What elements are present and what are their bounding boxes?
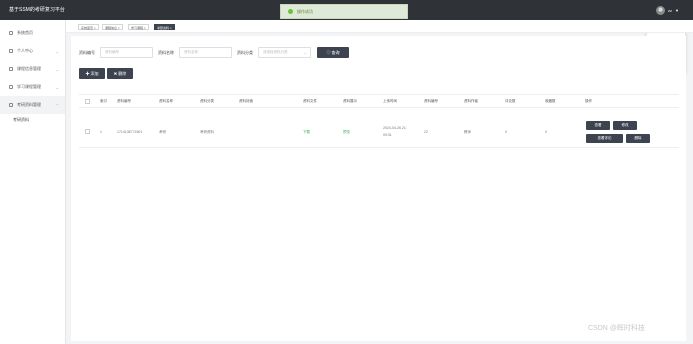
row-delete-button[interactable]: 删除 <box>626 134 650 143</box>
study-icon <box>9 85 13 89</box>
row-checkbox[interactable] <box>85 129 90 134</box>
toast-message: 操作成功 <box>297 9 313 14</box>
cell-comments: 0 <box>505 130 507 134</box>
chevron-up-icon: ⌃ <box>55 102 59 108</box>
column-header: 资料作者 <box>464 99 478 103</box>
sidebar-subitem-materials[interactable]: 考研资料 <box>0 114 65 126</box>
top-bar: 基于SSM的考研复习平台 操作成功 zz ▼ <box>0 0 693 20</box>
search-button[interactable]: ♡ 查询 <box>317 47 349 58</box>
cell-author: 教师 <box>464 130 471 134</box>
sidebar-item-course[interactable]: 课程信息管理 ⌄ <box>0 60 65 78</box>
name-input[interactable]: 资料名称 <box>179 47 232 58</box>
code-input[interactable]: 资料编号 <box>100 47 153 58</box>
cell-time-date: 2024-04-26 21: <box>383 126 407 130</box>
column-header: 资料编号 <box>424 99 438 103</box>
column-header: 索引 <box>100 99 107 103</box>
avatar[interactable] <box>656 5 665 15</box>
add-button[interactable]: ✚ 添加 <box>79 68 105 79</box>
category-select[interactable]: 请选择资料分类 ⌄ <box>258 47 311 58</box>
sidebar-item-label: 课程信息管理 <box>17 66 41 71</box>
sidebar-item-label: 系统首页 <box>17 30 33 35</box>
column-header: 收藏数 <box>545 99 556 103</box>
column-header: 资料编号 <box>117 99 131 103</box>
user-menu-trigger[interactable]: zz ▼ <box>656 5 679 15</box>
table-header: 索引 资料编号 资料名称 资料分类 资料封面 资料文件 资料展示 上传时间 资料… <box>79 94 679 108</box>
view-comments-button[interactable]: 查看评论 <box>586 134 623 143</box>
cell-favorites: 0 <box>545 130 547 134</box>
watermark: CSDN @辉时科技 <box>588 325 645 332</box>
column-header: 资料名称 <box>159 99 173 103</box>
sidebar-item-profile[interactable]: 个人中心 ⌄ <box>0 42 65 60</box>
sidebar: 系统首页 个人中心 ⌄ 课程信息管理 ⌄ 学习课程管理 ⌄ 考研资料管理 ⌃ 考… <box>0 20 66 344</box>
name-label: 资料名称 <box>158 50 174 55</box>
tab-course[interactable]: 课程信息 × <box>102 24 123 30</box>
column-header: 上传时间 <box>383 99 397 103</box>
column-header: 评论数 <box>505 99 516 103</box>
home-icon <box>9 31 13 35</box>
sidebar-item-label: 学习课程管理 <box>17 84 41 89</box>
cell-category: 考研资料 <box>200 130 214 134</box>
category-label: 资料分类 <box>237 50 253 55</box>
category-placeholder: 请选择资料分类 <box>263 50 288 54</box>
chevron-down-icon: ⌄ <box>303 50 307 55</box>
view-button[interactable]: 查看 <box>586 121 610 130</box>
sidebar-item-label: 个人中心 <box>17 48 33 53</box>
cell-num: 22 <box>424 130 428 134</box>
chevron-down-icon: ⌄ <box>55 48 59 54</box>
success-icon <box>288 9 293 15</box>
main-panel <box>71 36 686 341</box>
chevron-down-icon: ⌄ <box>55 66 59 72</box>
column-header: 操作 <box>585 99 592 103</box>
tab-home[interactable]: 系统首页 × <box>78 24 99 30</box>
success-toast: 操作成功 <box>280 4 408 19</box>
user-icon <box>9 49 13 53</box>
column-header: 资料封面 <box>239 99 253 103</box>
cell-time-clock: 09:31 <box>383 133 392 137</box>
column-header: 资料分类 <box>200 99 214 103</box>
sidebar-item-label: 考研资料管理 <box>17 102 41 107</box>
edit-button[interactable]: 修改 <box>613 121 637 130</box>
select-all-checkbox[interactable] <box>85 99 90 104</box>
cell-index: 1 <box>100 130 102 134</box>
column-header: 资料文件 <box>303 99 317 103</box>
tab-materials[interactable]: 考研资料 × <box>154 24 175 30</box>
cell-code: 1714138771801 <box>117 130 143 134</box>
sidebar-item-materials[interactable]: 考研资料管理 ⌃ <box>0 96 65 114</box>
caret-down-icon[interactable]: ▼ <box>675 8 679 13</box>
user-name[interactable]: zz <box>668 8 672 13</box>
app-title: 基于SSM的考研复习平台 <box>9 7 65 13</box>
chevron-down-icon: ⌄ <box>55 84 59 90</box>
delete-button[interactable]: ✖ 删除 <box>107 68 133 79</box>
book-icon <box>9 67 13 71</box>
code-label: 资料编号 <box>79 50 95 55</box>
tab-study[interactable]: 学习课程 × <box>128 24 149 30</box>
download-link[interactable]: 下载 <box>303 130 310 135</box>
breadcrumb: 系统首页 × 课程信息 × 学习课程 × 考研资料 × <box>66 20 693 33</box>
grid-icon <box>9 103 13 107</box>
table-row: 1 1714138771801 考研 考研资料 下载 预览 2024-04-26… <box>79 116 679 148</box>
preview-link[interactable]: 预览 <box>343 130 350 135</box>
sidebar-item-study[interactable]: 学习课程管理 ⌄ <box>0 78 65 96</box>
sidebar-item-home[interactable]: 系统首页 <box>0 24 65 42</box>
column-header: 资料展示 <box>343 99 357 103</box>
cell-name: 考研 <box>159 130 166 134</box>
